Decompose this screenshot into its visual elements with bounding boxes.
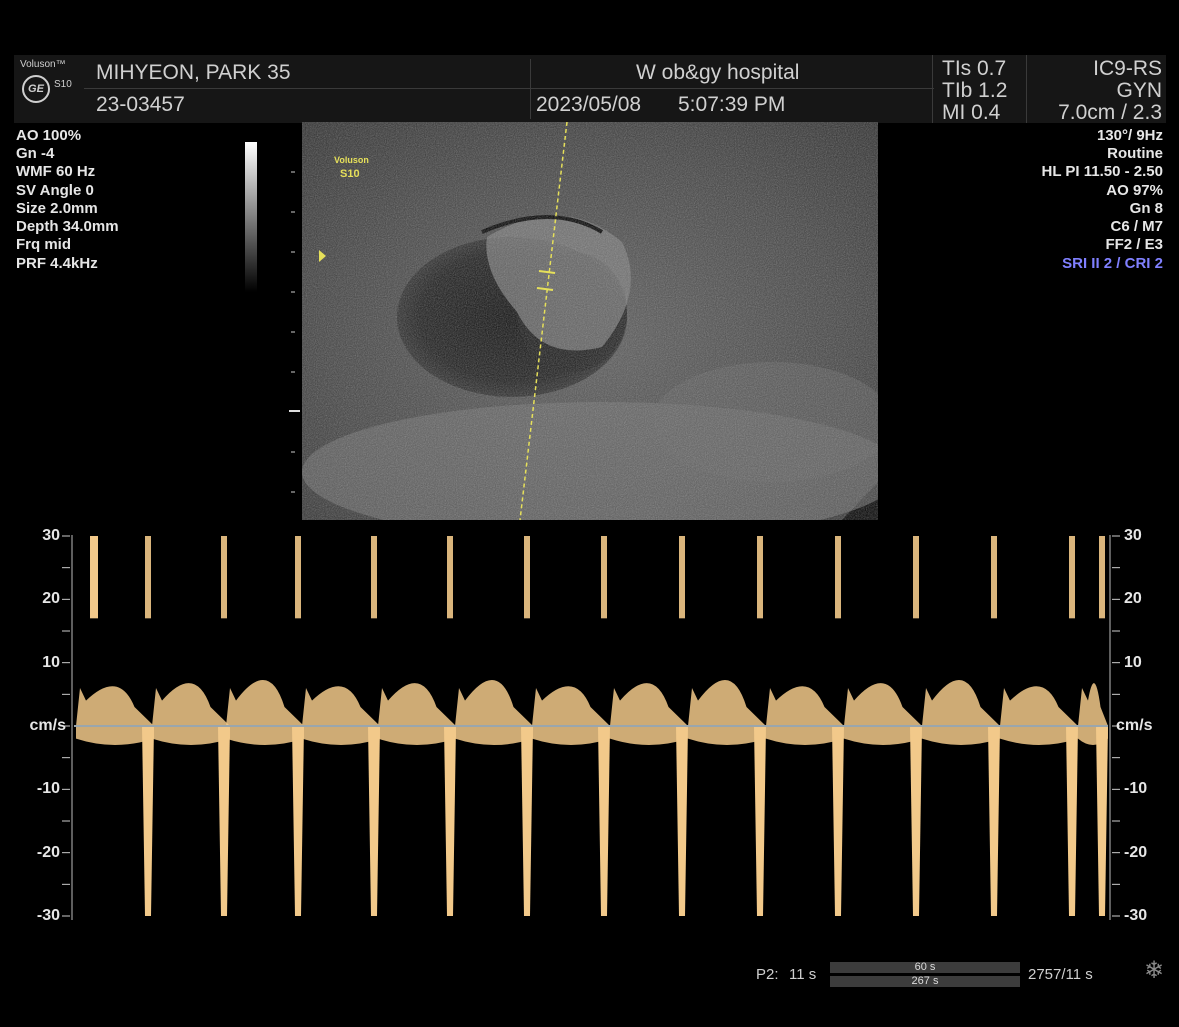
waveform-spike (1096, 726, 1108, 916)
aliased-spike (835, 536, 841, 619)
waveform-spike (142, 726, 154, 916)
param-size: Size 2.0mm (16, 200, 98, 217)
waveform-spike (521, 726, 533, 916)
tick-right-30: 30 (1124, 527, 1142, 544)
waveform-spike (218, 726, 230, 916)
p2-value: 11 s (789, 966, 817, 983)
exam-date: 2023/05/08 (536, 93, 642, 116)
doppler-spectrum (62, 535, 1120, 920)
param-ff-e: FF2 / E3 (1105, 236, 1163, 253)
param-routine: Routine (1107, 145, 1163, 162)
param-depth: Depth 34.0mm (16, 218, 119, 235)
param-ao: AO 100% (16, 127, 82, 144)
depth-scale (289, 171, 300, 493)
patient-name: MIHYEON, PARK 35 (96, 61, 291, 84)
aliased-spike (991, 536, 997, 619)
probe-name: IC9-RS (1093, 57, 1162, 80)
bmode-ultrasound-image: Voluson S10 (302, 122, 878, 520)
tick-right-20: 20 (1124, 590, 1142, 608)
tick-right-10: 10 (1124, 653, 1142, 671)
aliased-spike (1099, 536, 1105, 619)
mi-value: MI 0.4 (942, 101, 1001, 124)
tick-left-20: 20 (42, 590, 60, 608)
waveform-spike (444, 726, 456, 916)
aliased-spike (1069, 536, 1075, 619)
tick-right-minus20: -20 (1124, 843, 1148, 861)
freeze-snowflake-icon[interactable]: ❄ (1144, 956, 1164, 985)
cine-counter: 2757/11 s (1028, 966, 1093, 983)
ge-logo-icon: GE (22, 75, 50, 103)
unit-left: cm/s (29, 717, 66, 734)
tick-right-minus10: -10 (1124, 780, 1148, 798)
tick-left-minus20: -20 (36, 843, 60, 861)
aliased-spike (601, 536, 607, 619)
aliased-spike (757, 536, 763, 619)
unit-right: cm/s (1116, 717, 1153, 734)
info-header: Voluson™ GE S10 MIHYEON, PARK 35 23-0345… (14, 55, 1166, 124)
param-gain: Gn -4 (16, 145, 55, 162)
tis-value: TIs 0.7 (942, 57, 1007, 80)
brand-name: Voluson™ (20, 59, 66, 70)
waveform-spike (1066, 726, 1078, 916)
param-sv-angle: SV Angle 0 (16, 182, 94, 199)
param-angle-rate: 130°/ 9Hz (1096, 127, 1163, 144)
model-name: S10 (54, 79, 72, 90)
exam-time: 5:07:39 PM (678, 93, 786, 116)
tick-left-30: 30 (42, 527, 60, 544)
param-gain-right: Gn 8 (1129, 200, 1163, 217)
p2-label: P2: (756, 966, 779, 983)
aliased-spike (679, 536, 685, 619)
aliased-spike (913, 536, 919, 619)
waveform-spike (832, 726, 844, 916)
waveform-spike (676, 726, 688, 916)
image-label-model: S10 (340, 168, 360, 180)
param-c-m: C6 / M7 (1110, 218, 1163, 235)
tick-left-10: 10 (42, 653, 60, 671)
tib-value: TIb 1.2 (942, 79, 1008, 102)
cine-bar-60s[interactable]: 60 s (830, 962, 1020, 973)
tick-right-minus30: -30 (1124, 907, 1148, 924)
aliased-spike (221, 536, 227, 619)
tick-left-minus30: -30 (36, 907, 60, 924)
waveform-spike (368, 726, 380, 916)
tick-left-minus10: -10 (36, 780, 60, 798)
aliased-spike (145, 536, 151, 619)
ge-voluson-logo: Voluson™ GE S10 (18, 57, 78, 121)
param-ao-right: AO 97% (1106, 182, 1163, 199)
param-prf: PRF 4.4kHz (16, 255, 98, 272)
waveform-spike (292, 726, 304, 916)
waveform-spike (598, 726, 610, 916)
hospital-name: W ob&gy hospital (636, 61, 800, 84)
param-frq: Frq mid (16, 236, 71, 253)
aliased-spike (371, 536, 377, 619)
param-hl-pi: HL PI 11.50 - 2.50 (1041, 163, 1163, 180)
cine-bar-267s[interactable]: 267 s (830, 976, 1020, 987)
waveform-spike (988, 726, 1000, 916)
aliased-spike (90, 536, 98, 619)
param-sri-cri: SRI II 2 / CRI 2 (1062, 255, 1163, 272)
waveform-spike (754, 726, 766, 916)
patient-id: 23-03457 (96, 93, 185, 116)
depth-value: 7.0cm / 2.3 (1058, 101, 1162, 124)
image-label-brand: Voluson (334, 155, 369, 165)
aliased-spike (524, 536, 530, 619)
preset-name: GYN (1116, 79, 1162, 102)
grayscale-bar (245, 142, 257, 292)
param-wmf: WMF 60 Hz (16, 163, 96, 180)
aliased-spike (447, 536, 453, 619)
waveform-spike (910, 726, 922, 916)
aliased-spike (295, 536, 301, 619)
